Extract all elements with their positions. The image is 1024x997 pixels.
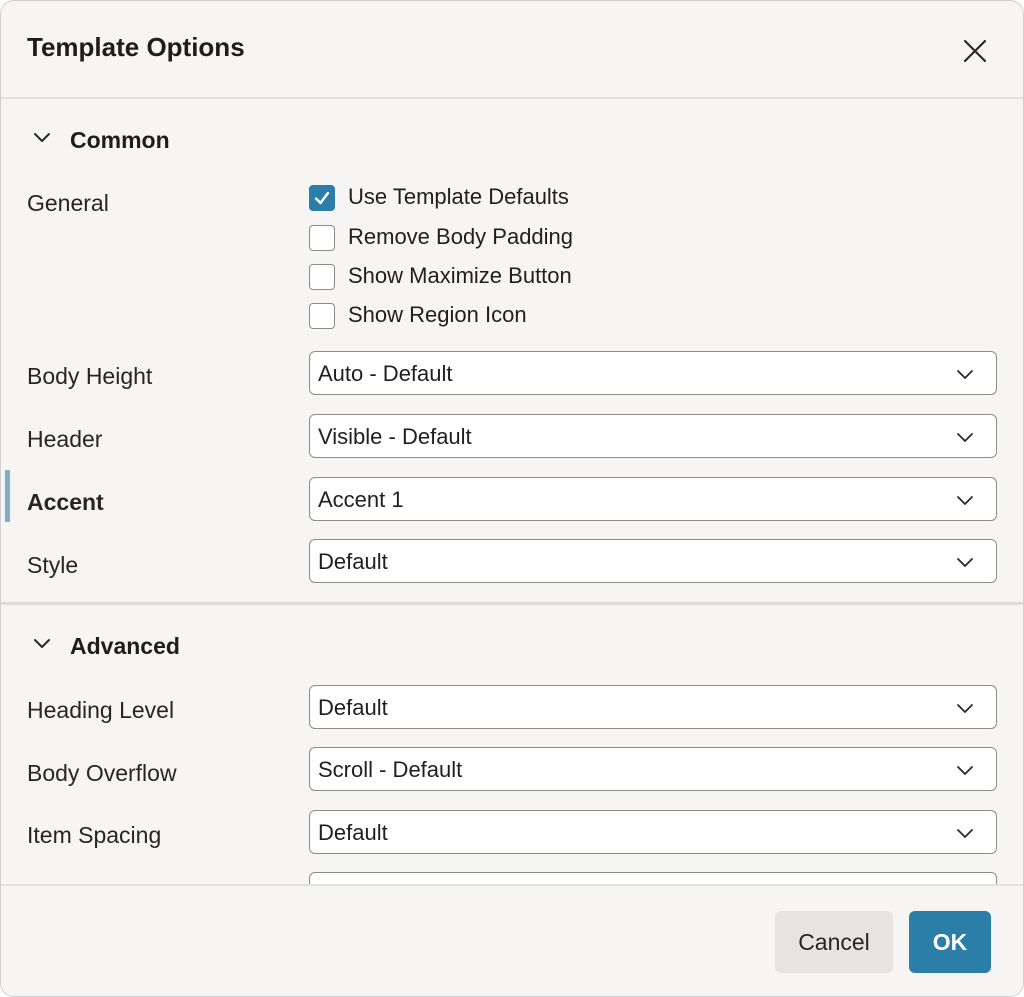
checkbox-label: Show Region Icon	[348, 302, 527, 327]
checkbox-unchecked[interactable]	[309, 264, 335, 290]
chevron-down-icon	[957, 496, 973, 505]
chevron-down-icon	[34, 639, 50, 648]
partial-select[interactable]	[309, 872, 997, 884]
section-header-common[interactable]: Common	[1, 107, 1023, 167]
heading-level-label: Heading Level	[27, 697, 175, 723]
checkbox-unchecked[interactable]	[309, 225, 335, 251]
style-label: Style	[27, 552, 79, 578]
chevron-down-icon	[34, 133, 50, 142]
cancel-button[interactable]: Cancel	[775, 911, 893, 973]
select-value: Visible - Default	[318, 424, 472, 449]
select-value: Default	[318, 820, 388, 845]
close-button[interactable]	[955, 31, 995, 71]
chevron-down-icon	[957, 704, 973, 713]
header-select[interactable]: Visible - Default	[309, 414, 997, 458]
select-value: Accent 1	[318, 487, 404, 512]
select-value: Default	[318, 549, 388, 574]
ok-button[interactable]: OK	[909, 911, 991, 973]
chevron-down-icon	[957, 829, 973, 838]
header-label: Header	[27, 426, 103, 452]
template-options-dialog: Template Options Common General Use Temp…	[0, 0, 1024, 997]
accent-focus-marker	[5, 470, 10, 522]
heading-level-select[interactable]: Default	[309, 685, 997, 729]
select-value: Default	[318, 695, 388, 720]
section-title-common: Common	[70, 127, 170, 153]
select-value: Auto - Default	[318, 361, 453, 386]
dialog-title: Template Options	[27, 32, 245, 62]
checkbox-label: Show Maximize Button	[348, 263, 572, 288]
body-overflow-select[interactable]: Scroll - Default	[309, 747, 997, 791]
checkmark-icon	[314, 191, 330, 205]
body-height-select[interactable]: Auto - Default	[309, 351, 997, 395]
chevron-down-icon	[957, 433, 973, 442]
item-spacing-label: Item Spacing	[27, 822, 162, 848]
body-height-label: Body Height	[27, 363, 153, 389]
section-divider	[1, 602, 1023, 605]
chevron-down-icon	[957, 766, 973, 775]
checkbox-label: Use Template Defaults	[348, 184, 569, 209]
chevron-down-icon	[957, 370, 973, 379]
style-select[interactable]: Default	[309, 539, 997, 583]
chevron-down-icon	[957, 558, 973, 567]
section-header-advanced[interactable]: Advanced	[1, 613, 1023, 673]
accent-label: Accent	[27, 489, 104, 515]
section-title-advanced: Advanced	[70, 633, 180, 659]
item-spacing-select[interactable]: Default	[309, 810, 997, 854]
select-value: Scroll - Default	[318, 757, 463, 782]
body-overflow-label: Body Overflow	[27, 760, 177, 786]
general-label: General	[27, 190, 109, 216]
accent-select[interactable]: Accent 1	[309, 477, 997, 521]
dialog-titlebar: Template Options	[1, 1, 1023, 99]
checkbox-label: Remove Body Padding	[348, 224, 574, 249]
dialog-footer: Cancel OK	[1, 884, 1023, 996]
checkbox-checked[interactable]	[309, 185, 335, 211]
dialog-content[interactable]: Common General Use Template Defaults Rem…	[1, 99, 1023, 884]
close-icon	[963, 39, 987, 63]
checkbox-unchecked[interactable]	[309, 303, 335, 329]
